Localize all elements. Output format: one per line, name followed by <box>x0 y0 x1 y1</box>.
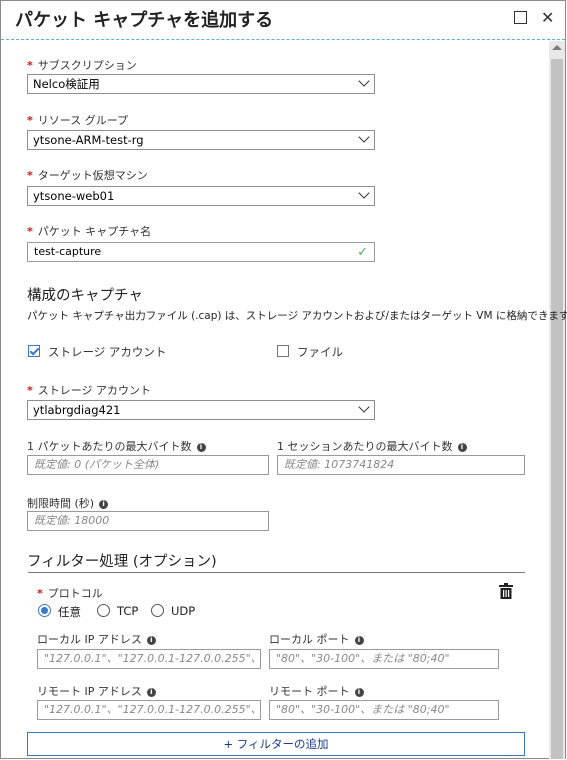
chevron-down-icon <box>358 401 370 413</box>
close-icon[interactable]: ✕ <box>541 10 557 26</box>
local-ip-placeholder: "127.0.0.1"、"127.0.0.1-127.0.0.255"、ま... <box>44 652 261 665</box>
resource-group-label-text: リソース グループ <box>37 114 129 127</box>
target-vm-label: * ターゲット仮想マシン <box>27 167 148 183</box>
required-asterisk: * <box>27 384 33 397</box>
time-limit-label: 制限時間 (秒) i <box>27 495 109 511</box>
storage-account-label-text: ストレージ アカウント <box>37 384 152 397</box>
time-limit-input[interactable]: 既定値: 18000 <box>27 511 269 531</box>
protocol-udp-label: UDP <box>171 604 196 618</box>
target-vm-value: ytsone-web01 <box>33 189 115 203</box>
required-asterisk: * <box>27 114 33 127</box>
file-checkbox[interactable] <box>277 345 289 357</box>
info-icon[interactable]: i <box>354 635 364 645</box>
protocol-udp-radio[interactable] <box>151 604 164 617</box>
add-filter-button[interactable]: + フィルターの追加 <box>27 732 525 756</box>
resource-group-value: ytsone-ARM-test-rg <box>33 133 144 147</box>
scrollbar[interactable] <box>549 41 565 759</box>
local-port-input[interactable]: "80"、"30-100"、または "80;40" <box>269 649 499 669</box>
info-icon[interactable]: i <box>99 499 109 509</box>
remote-ip-label: リモート IP アドレス i <box>37 683 156 699</box>
protocol-tcp-label: TCP <box>117 604 139 618</box>
capture-config-description: パケット キャプチャ出力ファイル (.cap) は、ストレージ アカウントおよび… <box>27 310 567 322</box>
capture-config-heading: 構成のキャプチャ <box>27 288 143 304</box>
max-bytes-session-label-text: 1 セッションあたりの最大バイト数 <box>277 440 453 453</box>
target-vm-select[interactable]: ytsone-web01 <box>27 186 375 206</box>
add-packet-capture-blade: パケット キャプチャを追加する ✕ * サブスクリプション Nelco検証用 * リ… <box>0 0 567 759</box>
remote-port-input[interactable]: "80"、"30-100"、または "80;40" <box>269 700 499 720</box>
checkmark-icon: ✓ <box>357 245 368 260</box>
capture-name-value: test-capture <box>34 245 102 258</box>
storage-account-checkbox-label: ストレージ アカウント <box>48 345 167 359</box>
subscription-value: Nelco検証用 <box>33 77 100 91</box>
required-asterisk: * <box>27 225 33 238</box>
info-icon[interactable]: i <box>354 687 364 697</box>
trash-icon[interactable] <box>499 583 513 599</box>
chevron-down-icon <box>358 187 370 199</box>
capture-name-label-text: パケット キャプチャ名 <box>37 225 152 238</box>
filter-divider <box>28 572 525 573</box>
protocol-any-radio[interactable] <box>38 604 51 617</box>
file-checkbox-label: ファイル <box>297 345 343 359</box>
remote-ip-input[interactable]: "127.0.0.1"、"127.0.0.1-127.0.0.255"、ま... <box>37 700 261 720</box>
max-bytes-packet-placeholder: 既定値: 0 (パケット全体) <box>34 458 160 471</box>
protocol-label: * プロトコル <box>37 585 103 601</box>
protocol-tcp-radio[interactable] <box>97 604 110 617</box>
resource-group-label: * リソース グループ <box>27 112 128 128</box>
required-asterisk: * <box>27 59 33 72</box>
info-icon[interactable]: i <box>146 635 156 645</box>
maximize-icon[interactable] <box>514 11 527 24</box>
info-icon[interactable]: i <box>457 442 467 452</box>
blade-header: パケット キャプチャを追加する ✕ <box>1 1 565 40</box>
max-bytes-session-label: 1 セッションあたりの最大バイト数 i <box>277 438 467 454</box>
info-icon[interactable]: i <box>196 442 206 452</box>
subscription-label: * サブスクリプション <box>27 57 137 73</box>
chevron-down-icon <box>358 131 370 143</box>
local-port-label-text: ローカル ポート <box>269 633 350 646</box>
max-bytes-packet-label: 1 パケットあたりの最大バイト数 i <box>27 438 206 454</box>
scrollbar-thumb[interactable] <box>551 59 563 759</box>
max-bytes-session-input[interactable]: 既定値: 1073741824 <box>277 455 525 475</box>
target-vm-label-text: ターゲット仮想マシン <box>37 169 148 182</box>
subscription-label-text: サブスクリプション <box>37 59 137 72</box>
remote-port-label-text: リモート ポート <box>269 685 350 698</box>
max-bytes-packet-input[interactable]: 既定値: 0 (パケット全体) <box>27 455 269 475</box>
max-bytes-session-placeholder: 既定値: 1073741824 <box>284 458 395 471</box>
local-port-placeholder: "80"、"30-100"、または "80;40" <box>276 652 450 665</box>
remote-ip-placeholder: "127.0.0.1"、"127.0.0.1-127.0.0.255"、ま... <box>44 703 261 716</box>
filter-heading: フィルター処理 (オプション) <box>27 554 217 570</box>
subscription-select[interactable]: Nelco検証用 <box>27 74 375 94</box>
time-limit-placeholder: 既定値: 18000 <box>34 514 110 527</box>
scroll-up-arrow-icon[interactable] <box>552 45 562 50</box>
local-ip-input[interactable]: "127.0.0.1"、"127.0.0.1-127.0.0.255"、ま... <box>37 649 261 669</box>
remote-port-label: リモート ポート i <box>269 683 364 699</box>
info-icon[interactable]: i <box>146 687 156 697</box>
storage-account-label: * ストレージ アカウント <box>27 382 151 398</box>
required-asterisk: * <box>37 587 43 600</box>
max-bytes-packet-label-text: 1 パケットあたりの最大バイト数 <box>27 440 192 453</box>
resource-group-select[interactable]: ytsone-ARM-test-rg <box>27 130 375 150</box>
storage-account-value: ytlabrgdiag421 <box>33 403 121 417</box>
capture-name-input[interactable]: test-capture ✓ <box>27 242 375 262</box>
protocol-any-label: 任意 <box>58 605 81 619</box>
storage-account-checkbox[interactable] <box>28 345 40 357</box>
local-port-label: ローカル ポート i <box>269 631 364 647</box>
storage-account-select[interactable]: ytlabrgdiag421 <box>27 400 375 420</box>
remote-port-placeholder: "80"、"30-100"、または "80;40" <box>276 703 450 716</box>
local-ip-label: ローカル IP アドレス i <box>37 631 156 647</box>
protocol-label-text: プロトコル <box>47 587 103 600</box>
required-asterisk: * <box>27 169 33 182</box>
capture-name-label: * パケット キャプチャ名 <box>27 223 151 239</box>
chevron-down-icon <box>358 75 370 87</box>
time-limit-label-text: 制限時間 (秒) <box>27 497 95 510</box>
page-title: パケット キャプチャを追加する <box>15 10 274 31</box>
remote-ip-label-text: リモート IP アドレス <box>37 685 142 698</box>
local-ip-label-text: ローカル IP アドレス <box>37 633 142 646</box>
